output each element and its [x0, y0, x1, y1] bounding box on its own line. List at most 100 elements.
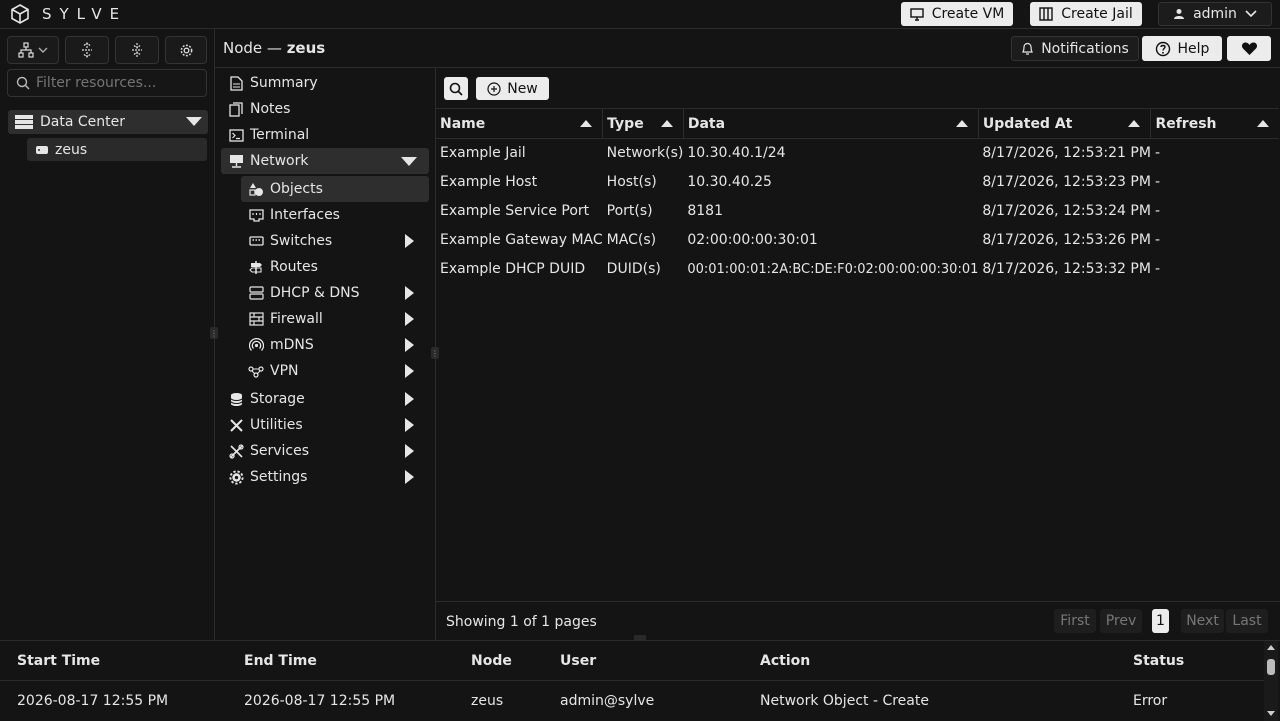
- menu-item-routes[interactable]: Routes: [248, 255, 428, 279]
- task-row[interactable]: 2026-08-17 12:55 PM 2026-08-17 12:55 PM …: [0, 681, 1264, 721]
- cell-data: 10.30.40.1/24: [687, 145, 786, 162]
- menu-item-vpn[interactable]: VPN: [248, 359, 428, 383]
- node-label: zeus: [55, 141, 88, 158]
- cell-type: Host(s): [606, 174, 657, 190]
- server-rack-icon: [15, 115, 33, 129]
- resource-sidebar: Data Center zeus: [0, 29, 215, 640]
- cell-updated-at: 8/17/2026, 12:53:23 PM: [982, 174, 1151, 190]
- tree-view-button[interactable]: [7, 36, 59, 64]
- col-action[interactable]: Action: [760, 653, 810, 669]
- cell-updated-at: 8/17/2026, 12:53:24 PM: [982, 203, 1151, 219]
- menu-item-mdns[interactable]: mDNS: [248, 333, 428, 357]
- filter-input[interactable]: [36, 75, 196, 91]
- cell-data: 00:01:00:01:2A:BC:DE:F0:02:00:00:00:30:0…: [687, 261, 979, 277]
- prev-page-button[interactable]: Prev: [1100, 609, 1142, 633]
- col-node[interactable]: Node: [471, 653, 512, 669]
- table-row[interactable]: Example DHCP DUID DUID(s) 00:01:00:01:2A…: [436, 255, 1279, 284]
- collapse-all-button[interactable]: [115, 36, 159, 64]
- settings-button[interactable]: [165, 36, 207, 64]
- col-user[interactable]: User: [560, 653, 596, 669]
- cell-name: Example Host: [440, 174, 538, 190]
- caret-down-icon[interactable]: [186, 117, 202, 126]
- cell-updated-at: 8/17/2026, 12:53:32 PM: [982, 261, 1151, 277]
- heart-icon: [1241, 42, 1257, 55]
- create-jail-button[interactable]: Create Jail: [1030, 2, 1142, 26]
- help-label: Help: [1177, 40, 1210, 57]
- node-nav-menu: Summary Notes Terminal Network Objects I…: [215, 68, 436, 640]
- sort-asc-icon: [1257, 120, 1269, 127]
- tree-item-node-zeus[interactable]: zeus: [27, 138, 207, 161]
- help-button[interactable]: Help: [1142, 36, 1222, 61]
- col-end-time[interactable]: End Time: [244, 653, 317, 669]
- table-row[interactable]: Example Gateway MAC MAC(s) 02:00:00:00:3…: [436, 226, 1279, 255]
- create-vm-button[interactable]: Create VM: [901, 2, 1013, 26]
- menu-item-utilities[interactable]: Utilities: [228, 413, 428, 437]
- new-object-button[interactable]: New: [476, 77, 549, 100]
- col-data[interactable]: Data: [683, 108, 979, 139]
- first-page-button[interactable]: First: [1054, 609, 1096, 633]
- menu-item-terminal[interactable]: Terminal: [228, 123, 428, 147]
- search-button[interactable]: [444, 77, 468, 100]
- ethernet-icon: [248, 207, 264, 223]
- scroll-down-icon[interactable]: [1267, 711, 1275, 716]
- pagination: Showing 1 of 1 pages First Prev 1 Next L…: [436, 601, 1280, 640]
- menu-item-firewall[interactable]: Firewall: [248, 307, 428, 331]
- user-menu-button[interactable]: admin: [1158, 2, 1272, 26]
- create-jail-label: Create Jail: [1061, 6, 1133, 22]
- caret-right-icon: [405, 338, 414, 352]
- tree-item-datacenter[interactable]: Data Center: [8, 110, 208, 134]
- menu-item-interfaces[interactable]: Interfaces: [248, 203, 428, 227]
- menu-label: DHCP & DNS: [270, 285, 360, 301]
- shapes-icon: [248, 181, 264, 197]
- expand-icon: [82, 42, 92, 58]
- scroll-up-icon[interactable]: [1267, 645, 1275, 650]
- last-page-button[interactable]: Last: [1226, 609, 1268, 633]
- col-name[interactable]: Name: [436, 108, 604, 139]
- scroll-thumb[interactable]: [1267, 659, 1275, 675]
- col-status[interactable]: Status: [1133, 653, 1184, 669]
- menu-item-dhcp-dns[interactable]: DHCP & DNS: [248, 281, 428, 305]
- col-type[interactable]: Type: [602, 108, 684, 139]
- caret-right-icon: [405, 286, 414, 300]
- menu-item-network[interactable]: Network: [221, 148, 429, 174]
- menu-item-settings[interactable]: Settings: [228, 465, 428, 489]
- search-icon: [449, 82, 463, 96]
- cell-name: Example DHCP DUID: [440, 261, 586, 277]
- task-log-header: Start Time End Time Node User Action Sta…: [0, 641, 1264, 681]
- table-row[interactable]: Example Service Port Port(s) 8181 8/17/2…: [436, 197, 1279, 226]
- menu-item-objects[interactable]: Objects: [241, 176, 429, 202]
- table-row[interactable]: Example Jail Network(s) 10.30.40.1/24 8/…: [436, 139, 1279, 168]
- cell-status: Error: [1133, 693, 1168, 709]
- vpn-icon: [248, 363, 264, 379]
- database-icon: [228, 391, 244, 407]
- page-1-button[interactable]: 1: [1152, 609, 1169, 633]
- menu-item-notes[interactable]: Notes: [228, 97, 428, 121]
- task-log-scrollbar[interactable]: [1264, 641, 1278, 721]
- menu-item-switches[interactable]: Switches: [248, 229, 428, 253]
- cell-name: Example Jail: [440, 145, 526, 162]
- cell-type: Port(s): [606, 203, 653, 219]
- caret-right-icon: [405, 234, 414, 248]
- next-page-button[interactable]: Next: [1181, 609, 1224, 633]
- header-label: Data: [687, 115, 726, 132]
- notifications-button[interactable]: Notifications: [1011, 36, 1139, 61]
- col-updated-at[interactable]: Updated At: [978, 108, 1152, 139]
- header-label: Updated At: [982, 115, 1073, 132]
- chevron-down-icon: [38, 47, 48, 53]
- menu-item-storage[interactable]: Storage: [228, 387, 428, 411]
- menu-item-services[interactable]: Services: [228, 439, 428, 463]
- expand-all-button[interactable]: [65, 36, 109, 64]
- page-status: Showing 1 of 1 pages: [446, 614, 597, 630]
- menu-item-summary[interactable]: Summary: [228, 71, 428, 95]
- table-row[interactable]: Example Host Host(s) 10.30.40.25 8/17/20…: [436, 168, 1279, 197]
- caret-down-icon: [401, 157, 417, 166]
- filter-resources[interactable]: [7, 69, 207, 97]
- menu-label: Storage: [250, 391, 305, 407]
- col-start-time[interactable]: Start Time: [17, 653, 100, 669]
- col-refresh[interactable]: Refresh: [1150, 108, 1279, 139]
- caret-right-icon: [405, 312, 414, 326]
- cell-refresh: -: [1154, 203, 1160, 219]
- donate-button[interactable]: [1227, 36, 1271, 61]
- cell-name: Example Gateway MAC: [440, 232, 603, 248]
- last-label: Last: [1232, 613, 1262, 629]
